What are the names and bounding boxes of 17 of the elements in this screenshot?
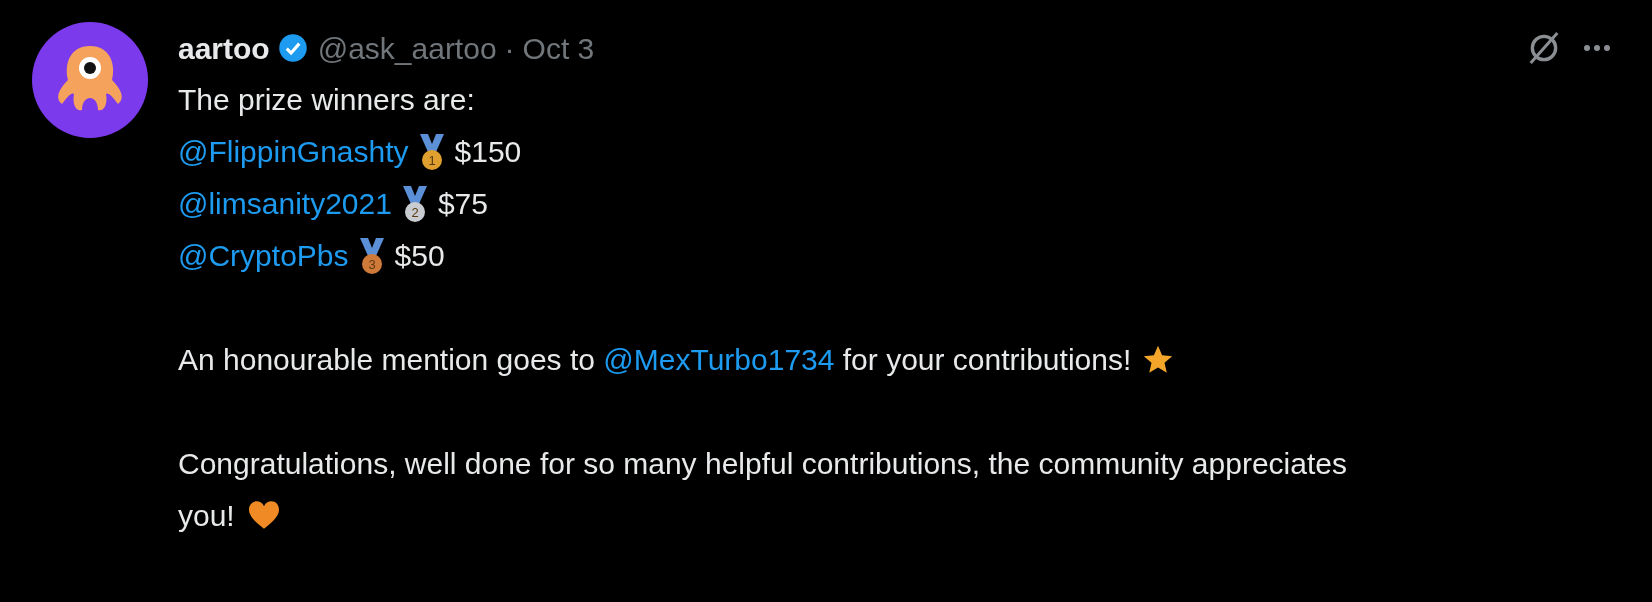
author-name[interactable]: aartoo [178, 25, 270, 71]
closing-text: Congratulations, well done for so many helpful contributions, the community appreciates you! [178, 446, 1348, 534]
winner-mention[interactable]: @CryptoPbs [178, 230, 349, 282]
more-icon[interactable] [1582, 43, 1612, 53]
post-date[interactable]: Oct 3 [522, 25, 595, 71]
prize-amount: $150 [454, 134, 522, 170]
prize-amount: $75 [437, 186, 488, 222]
prize-amount: $50 [394, 238, 445, 274]
winner-mention[interactable]: @limsanity2021 [178, 178, 392, 230]
winner-mention[interactable]: @FlippinGnashty [178, 126, 409, 178]
honourable-mention-text: An honourable mention goes to @MexTurbo1734 for your contributions! [178, 342, 1132, 378]
intro-text: The prize winners are: [178, 82, 476, 118]
heart-icon [246, 500, 281, 530]
avatar-icon[interactable] [32, 22, 148, 138]
mention-link[interactable]: @MexTurbo1734 [603, 343, 835, 376]
author-handle[interactable]: @ask_aartoo [317, 25, 497, 71]
separator: · [504, 30, 515, 67]
